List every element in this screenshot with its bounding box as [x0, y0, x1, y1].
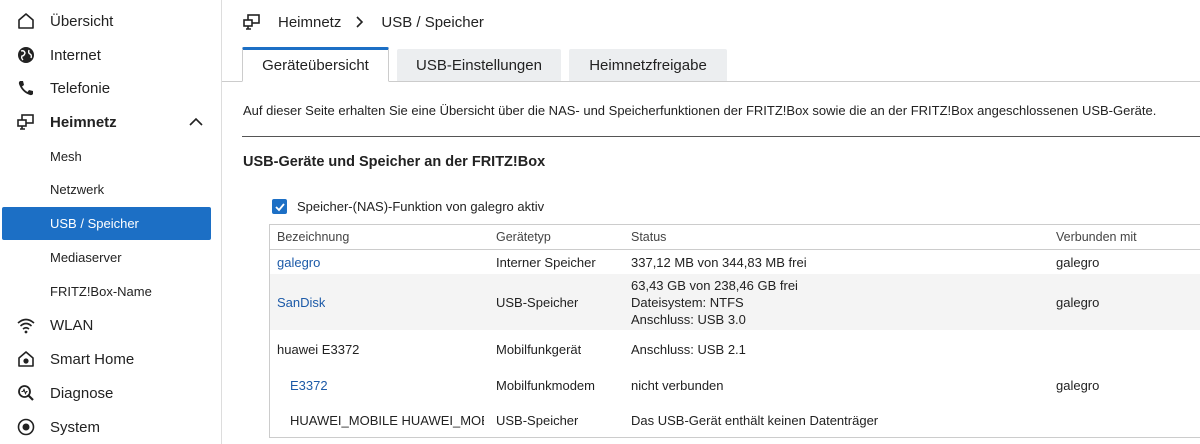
device-type: USB-Speicher	[496, 412, 579, 428]
sub-item-label: Mediaserver	[50, 250, 122, 265]
nav-item-heimnetz[interactable]: Heimnetz	[0, 105, 222, 139]
nav-label: Smart Home	[50, 350, 135, 368]
device-name: huawei E3372	[277, 341, 360, 357]
nas-function-checkbox[interactable]: Speicher-(NAS)-Funktion von galegro akti…	[272, 199, 544, 214]
device-status: 337,12 MB von 344,83 MB frei	[631, 254, 807, 270]
device-status: 63,43 GB von 238,46 GB frei Dateisystem:…	[631, 274, 798, 330]
sub-item-label: Mesh	[50, 149, 82, 164]
device-name-link[interactable]: galegro	[277, 250, 320, 274]
device-name-link[interactable]: SanDisk	[277, 274, 325, 330]
phone-icon	[16, 78, 36, 98]
status-line: Dateisystem: NTFS	[631, 294, 744, 310]
wifi-icon	[16, 315, 36, 335]
sidebar-item-mesh[interactable]: Mesh	[2, 140, 211, 173]
chevron-up-icon[interactable]	[188, 114, 204, 130]
device-name: HUAWEI_MOBILE HUAWEI_MOBILE	[290, 412, 484, 428]
sidebar-item-netzwerk[interactable]: Netzwerk	[2, 173, 211, 206]
device-type: USB-Speicher	[496, 294, 579, 310]
table-row: huawei E3372 Mobilfunkgerät Anschluss: U…	[270, 330, 1200, 368]
diagnose-icon	[16, 383, 36, 403]
status-line: Anschluss: USB 3.0	[631, 311, 746, 327]
nav-label: Diagnose	[50, 384, 114, 402]
device-connected: galegro	[1056, 378, 1100, 393]
nav-label: Heimnetz	[50, 113, 117, 131]
table-row: galegro Interner Speicher 337,12 MB von …	[270, 250, 1200, 274]
device-type: Interner Speicher	[496, 254, 596, 270]
status-line: 63,43 GB von 238,46 GB frei	[631, 277, 798, 293]
smart-home-icon	[16, 349, 36, 369]
tab-label: Geräteübersicht	[262, 57, 369, 74]
device-name-link[interactable]: E3372	[290, 368, 328, 403]
table-row: SanDisk USB-Speicher 63,43 GB von 238,46…	[270, 274, 1200, 330]
tab-heimnetzfreigabe[interactable]: Heimnetzfreigabe	[569, 49, 727, 81]
sidebar: Übersicht Internet Telefonie Heimnetz Me…	[0, 0, 222, 444]
intro-text: Auf dieser Seite erhalten Sie eine Übers…	[243, 103, 1157, 118]
nav-item-wlan[interactable]: WLAN	[0, 308, 222, 342]
device-connected: galegro	[1056, 254, 1100, 270]
device-connected: galegro	[1056, 294, 1100, 310]
system-icon	[16, 417, 36, 437]
column-header-status: Status	[631, 230, 667, 244]
nav-item-uebersicht[interactable]: Übersicht	[0, 4, 222, 38]
sidebar-item-usb-speicher[interactable]: USB / Speicher	[2, 207, 211, 240]
tab-label: USB-Einstellungen	[416, 56, 542, 74]
sub-item-label: USB / Speicher	[50, 216, 139, 231]
check-icon	[274, 202, 285, 211]
device-status: Das USB-Gerät enthält keinen Datenträger	[631, 412, 879, 428]
tab-geraeteuebersicht[interactable]: Geräteübersicht	[242, 47, 389, 82]
section-title: USB-Geräte und Speicher an der FRITZ!Box	[243, 154, 546, 170]
table-row: E3372 Mobilfunkmodem nicht verbunden gal…	[270, 368, 1200, 403]
chevron-right-icon	[356, 16, 364, 28]
sub-item-label: Netzwerk	[50, 182, 105, 197]
column-header-geraetetyp: Gerätetyp	[496, 230, 551, 244]
sidebar-item-mediaserver[interactable]: Mediaserver	[2, 241, 211, 274]
device-type: Mobilfunkmodem	[496, 378, 595, 393]
sub-item-label: FRITZ!Box-Name	[50, 284, 152, 299]
column-header-bezeichnung: Bezeichnung	[277, 230, 350, 244]
nav-label: Internet	[50, 46, 101, 64]
nav-item-internet[interactable]: Internet	[0, 38, 222, 72]
nav-label: Übersicht	[50, 12, 114, 30]
sidebar-item-fritzbox-name[interactable]: FRITZ!Box-Name	[2, 275, 211, 308]
divider	[242, 136, 1200, 137]
nav-item-smart-home[interactable]: Smart Home	[0, 342, 222, 376]
tab-usb-einstellungen[interactable]: USB-Einstellungen	[397, 49, 561, 81]
tab-label: Heimnetzfreigabe	[589, 56, 707, 74]
breadcrumb-parent[interactable]: Heimnetz	[278, 14, 341, 31]
device-status: nicht verbunden	[631, 378, 724, 393]
device-status: Anschluss: USB 2.1	[631, 341, 746, 357]
nav-item-system[interactable]: System	[0, 410, 222, 444]
nav-label: WLAN	[50, 316, 94, 334]
device-type: Mobilfunkgerät	[496, 341, 582, 357]
nav-label: System	[50, 418, 101, 436]
home-icon	[16, 11, 36, 31]
table-row: HUAWEI_MOBILE HUAWEI_MOBILE USB-Speicher…	[270, 403, 1200, 437]
checkbox-label: Speicher-(NAS)-Funktion von galegro akti…	[297, 199, 545, 214]
column-header-verbunden-mit: Verbunden mit	[1056, 230, 1137, 244]
network-icon	[243, 14, 260, 30]
checkbox-checked[interactable]	[272, 199, 287, 214]
network-icon	[16, 112, 36, 132]
nav-label: Telefonie	[50, 79, 111, 97]
globe-icon	[16, 45, 36, 65]
breadcrumb-current: USB / Speicher	[381, 13, 484, 31]
nav-item-telefonie[interactable]: Telefonie	[0, 71, 222, 105]
nav-item-diagnose[interactable]: Diagnose	[0, 376, 222, 410]
breadcrumb: Heimnetz USB / Speicher	[242, 10, 484, 34]
usb-devices-table: Bezeichnung Gerätetyp Status Verbunden m…	[269, 224, 1200, 438]
